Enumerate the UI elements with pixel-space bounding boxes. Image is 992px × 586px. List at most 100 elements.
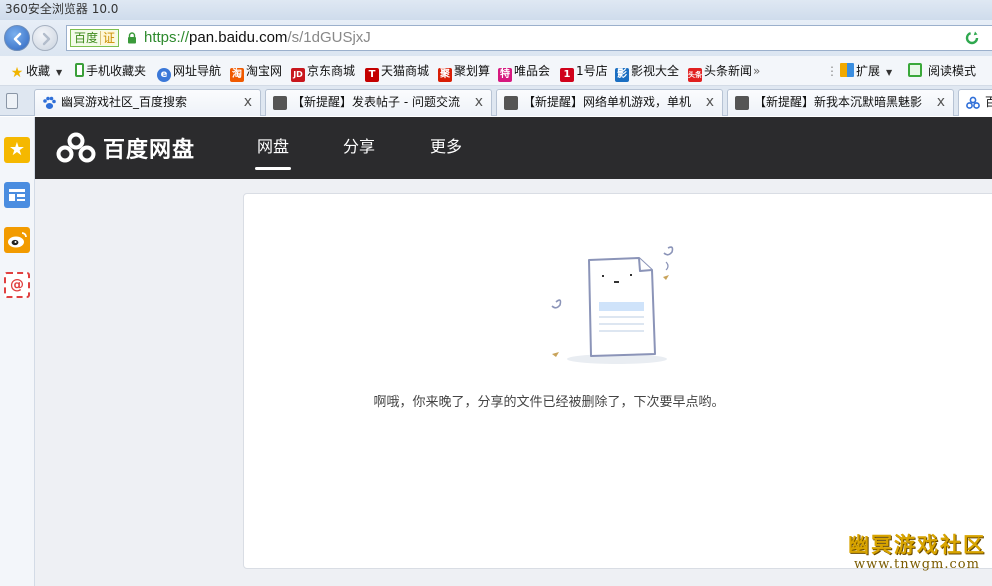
url-host: pan.baidu.com [189,29,288,46]
site-watermark: 幽冥游戏社区 www.tnwgm.com [848,529,986,572]
bookmark-vip[interactable]: 特唯品会 [498,62,551,82]
certificate-badge: 证 [100,31,116,45]
news-panel-icon[interactable] [4,182,30,208]
bookmark-label: 淘宝网 [246,64,283,78]
close-tab-icon[interactable]: x [701,90,714,115]
navigation-toolbar: 百度证 https://pan.baidu.com/s/1dGUSjxJ [0,20,992,56]
bookmark-label: 聚划算 [454,64,491,78]
nav-share[interactable]: 分享 [343,117,375,179]
watermark-site: www.tnwgm.com [854,557,980,572]
bookmark-toutiao[interactable]: 头条 头条新闻» [688,62,760,82]
url-text[interactable]: https://pan.baidu.com/s/1dGUSjxJ [144,26,371,50]
tmall-icon: T [365,68,379,82]
yhd-icon: 1 [560,68,574,82]
bookmark-video[interactable]: 影影视大全 [615,62,680,82]
bookmark-url-navigation[interactable]: e 网址导航 [157,62,222,82]
tab-forum-new[interactable]: 【新提醒】新我本沉默暗黑魅影 x [727,89,954,116]
lock-icon [128,32,136,44]
bookmark-label: 天猫商城 [381,64,430,78]
tab-label: 幽冥游戏社区_百度搜索 [61,95,188,109]
phone-icon [75,63,84,77]
vip-icon: 特 [498,68,512,82]
bookmark-jd[interactable]: JD 京东商城 [291,62,356,82]
taobao-icon: 淘 [230,68,244,82]
baidu-paw-icon [43,96,56,109]
window-title: 360安全浏览器 10.0 [0,0,992,20]
favorites-star-icon[interactable]: ★ [4,137,30,163]
tab-strip: 幽冥游戏社区_百度搜索 x 【新提醒】发表帖子 - 问题交流 x 【新提醒】网络… [0,86,992,116]
pan-header: 百度网盘 网盘 分享 更多 [35,117,992,179]
forum-avatar-icon [735,96,749,110]
baidu-cloud-icon [966,96,980,109]
tab-label: 【新提醒】网络单机游戏，单机 [523,95,692,109]
browser-sidebar: ★ @ [0,117,35,586]
bookmark-label: 手机收藏夹 [86,64,147,78]
close-tab-icon[interactable]: x [932,90,945,115]
reading-mode-label: 阅读模式 [928,64,977,78]
reading-mode-button[interactable]: 阅读模式 [908,62,976,80]
nav-netdisk[interactable]: 网盘 [254,117,292,179]
identity-label: 百度 [74,31,99,45]
bookmarks-bar: ★ 收藏 ▼ 手机收藏夹 e 网址导航 淘淘宝网 JD 京东商城 T 天猫商城 聚聚划算 … [0,56,992,86]
bookmark-label: 头条新闻 [704,64,753,78]
chevron-down-icon: ▼ [56,68,63,77]
bookmark-label: 1号店 [576,64,608,78]
tab-label: 百 [985,90,992,115]
bookmark-favorites-menu[interactable]: ★ 收藏 ▼ [10,62,62,80]
more-bookmarks-icon[interactable]: » [753,64,760,78]
tab-forum-post[interactable]: 【新提醒】发表帖子 - 问题交流 x [265,89,492,116]
forum-avatar-icon [273,96,287,110]
bookmark-label: 京东商城 [307,64,356,78]
extensions-grid-icon [840,63,854,77]
watermark-title: 幽冥游戏社区 [848,532,986,557]
bookmark-taobao[interactable]: 淘淘宝网 [230,62,283,82]
pan-logo-text: 百度网盘 [103,138,196,163]
bookmark-mobile-favorites[interactable]: 手机收藏夹 [75,62,146,80]
weibo-icon[interactable] [4,227,30,253]
jd-icon: JD [291,68,305,82]
video-icon: 影 [615,68,629,82]
sidebar-toggle-icon[interactable] [6,93,18,109]
page-viewport: 百度网盘 网盘 分享 更多 啊哦，你来晚了，分享的文件已经被删除了，下次要早点哟… [35,117,992,586]
close-tab-icon[interactable]: x [470,90,483,115]
bookmark-tmall[interactable]: T 天猫商城 [365,62,430,82]
site-identity-badge[interactable]: 百度证 [70,29,120,47]
chevron-down-icon: ▼ [886,68,893,77]
extensions-menu[interactable]: 扩展 ▼ [840,62,892,80]
bookmark-label: 唯品会 [514,64,551,78]
address-bar[interactable]: 百度证 https://pan.baidu.com/s/1dGUSjxJ [66,25,992,51]
share-content-card: 啊哦，你来晚了，分享的文件已经被删除了，下次要早点哟。 [243,193,992,569]
bookmarks-divider-handle: ⋮ [826,64,838,78]
star-icon: ★ [10,65,24,81]
baidu-cloud-logo-icon [56,132,96,163]
url-scheme: https:// [144,29,190,46]
globe-icon: e [157,68,171,82]
arrow-left-icon [13,32,22,46]
tab-baidu-search[interactable]: 幽冥游戏社区_百度搜索 x [34,89,261,116]
arrow-right-icon [42,32,51,46]
bookmark-label: 收藏 [26,64,51,78]
extensions-label: 扩展 [856,64,881,78]
bookmark-yhd[interactable]: 1 1号店 [560,62,608,82]
tab-label: 【新提醒】新我本沉默暗黑魅影 [754,95,923,109]
bookmark-juhuasuan[interactable]: 聚聚划算 [438,62,491,82]
file-deleted-message: 啊哦，你来晚了，分享的文件已经被删除了，下次要早点哟。 [373,395,725,410]
book-icon [908,63,922,77]
tab-baidu-pan-active[interactable]: 百 [958,89,992,116]
toutiao-icon: 头条 [688,68,702,82]
tab-forum-games[interactable]: 【新提醒】网络单机游戏，单机 x [496,89,723,116]
juhuasuan-icon: 聚 [438,68,452,82]
back-button[interactable] [4,25,30,51]
bookmark-label: 影视大全 [631,64,680,78]
forward-button[interactable] [32,25,58,51]
pan-logo[interactable]: 百度网盘 [55,130,195,166]
close-tab-icon[interactable]: x [239,90,252,115]
tab-label: 【新提醒】发表帖子 - 问题交流 [292,95,460,109]
email-icon[interactable]: @ [4,272,30,298]
bookmark-label: 网址导航 [173,64,222,78]
nav-more[interactable]: 更多 [430,117,462,179]
weibo-eye-icon [8,232,27,248]
refresh-icon[interactable] [964,30,980,46]
forum-avatar-icon [504,96,518,110]
deleted-file-illustration [551,246,674,364]
